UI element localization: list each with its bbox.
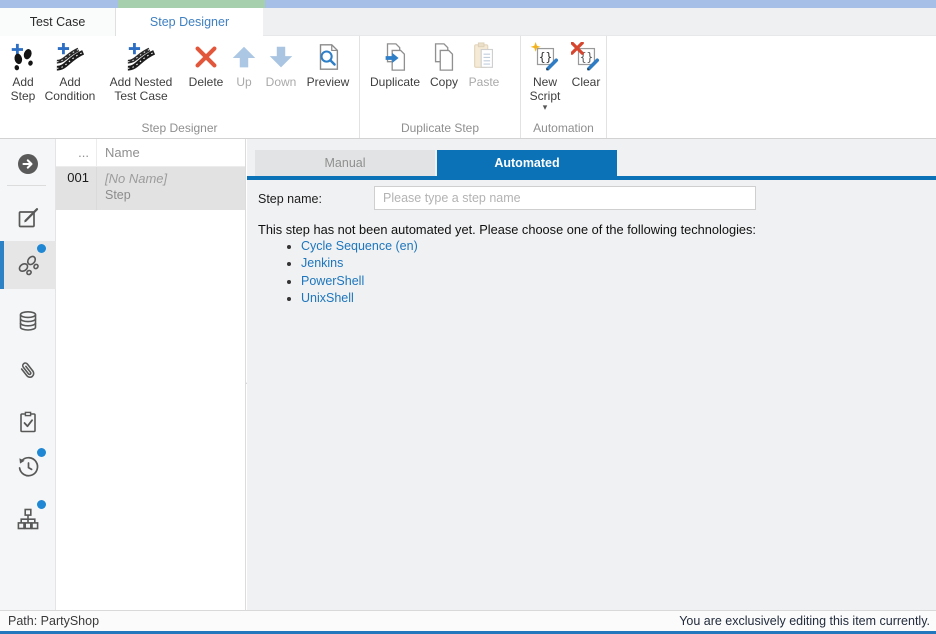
sidebar-item-hierarchy[interactable]	[0, 497, 56, 541]
add-nested-test-case-button[interactable]: Add NestedTest Case	[98, 36, 184, 103]
status-path: Path: PartyShop	[8, 611, 99, 631]
technology-list-item: UnixShell	[301, 292, 418, 305]
sidebar-item-edit[interactable]	[0, 197, 56, 239]
footprints-add-icon	[8, 42, 38, 72]
automation-message: This step has not been automated yet. Pl…	[258, 222, 756, 237]
column-header-index[interactable]: ...	[56, 139, 97, 166]
step-list-header: ... Name	[56, 139, 245, 167]
document-tabbar: Test Case Step Designer	[0, 8, 936, 36]
delete-x-icon	[191, 42, 221, 72]
ribbon-spacer	[607, 36, 936, 138]
notification-dot	[37, 448, 46, 457]
ribbon-toolbar: AddStep AddCondition	[0, 36, 936, 139]
arrow-up-icon	[229, 42, 259, 72]
technology-link-jenkins[interactable]: Jenkins	[301, 256, 343, 270]
database-icon	[16, 309, 40, 333]
paperclip-icon	[16, 359, 40, 383]
svg-text:{}: {}	[539, 51, 553, 64]
move-up-button[interactable]: Up	[228, 36, 260, 89]
copy-pages-icon	[429, 42, 459, 72]
technology-list: Cycle Sequence (en) Jenkins PowerShell U…	[285, 240, 418, 310]
technology-list-item: PowerShell	[301, 275, 418, 288]
ribbon-group-duplicate-step: Duplicate Copy Paste	[360, 36, 521, 138]
ribbon-group-label: Automation	[521, 121, 606, 135]
status-bar: Path: PartyShop You are exclusively edit…	[0, 610, 936, 631]
clear-script-icon: {}	[571, 42, 601, 72]
sidebar-item-history[interactable]	[0, 445, 56, 489]
step-detail-panel: Manual Automated Step name: This step ha…	[247, 139, 936, 610]
hierarchy-icon	[16, 507, 40, 531]
step-number: 001	[56, 167, 97, 210]
step-type: Step	[105, 187, 245, 204]
tab-test-case[interactable]: Test Case	[0, 8, 116, 36]
sidebar-divider	[7, 185, 46, 186]
paste-button[interactable]: Paste	[464, 36, 504, 89]
technology-link-cycle-sequence[interactable]: Cycle Sequence (en)	[301, 239, 418, 253]
technology-list-item: Cycle Sequence (en)	[301, 240, 418, 253]
ribbon-group-step-designer: AddStep AddCondition	[0, 36, 360, 138]
duplicate-button[interactable]: Duplicate	[366, 36, 424, 89]
notification-dot	[37, 244, 46, 253]
clear-script-button[interactable]: {} Clear	[567, 36, 605, 89]
delete-button[interactable]: Delete	[184, 36, 228, 89]
junction-add-icon	[126, 42, 156, 72]
arrow-down-icon	[266, 42, 296, 72]
technology-list-item: Jenkins	[301, 257, 418, 270]
technology-link-powershell[interactable]: PowerShell	[301, 274, 364, 288]
ribbon-group-label: Step Designer	[0, 121, 359, 135]
sidebar-item-step-designer[interactable]	[0, 241, 56, 289]
step-name: [No Name]	[105, 170, 245, 187]
status-edit-message: You are exclusively editing this item cu…	[679, 611, 930, 631]
add-step-button[interactable]: AddStep	[4, 36, 42, 103]
junction-add-icon	[55, 42, 85, 72]
tab-manual[interactable]: Manual	[255, 150, 435, 176]
move-down-button[interactable]: Down	[260, 36, 302, 89]
dropdown-caret-icon[interactable]	[543, 103, 548, 111]
step-row[interactable]: 001 [No Name] Step	[56, 167, 245, 210]
edit-pencil-icon	[16, 206, 40, 230]
column-header-name[interactable]: Name	[97, 139, 245, 166]
ribbon-group-label: Duplicate Step	[360, 121, 520, 135]
paste-clipboard-icon	[469, 42, 499, 72]
preview-magnifier-icon	[313, 42, 343, 72]
arrow-circle-icon	[16, 152, 40, 176]
tab-automated[interactable]: Automated	[437, 150, 617, 176]
technology-link-unixshell[interactable]: UnixShell	[301, 291, 354, 305]
history-clock-icon	[16, 455, 40, 479]
notification-dot	[37, 500, 46, 509]
preview-button[interactable]: Preview	[302, 36, 354, 89]
step-name-label: Step name:	[258, 192, 322, 206]
sidebar-item-checklist[interactable]	[0, 401, 56, 443]
clipboard-check-icon	[16, 410, 40, 434]
add-condition-button[interactable]: AddCondition	[42, 36, 98, 103]
left-navigation-sidebar	[0, 139, 56, 610]
step-list-panel: ... Name 001 [No Name] Step	[56, 139, 246, 610]
active-tab-underline	[247, 176, 936, 180]
application-window: Test Case Step Designer AddStep	[0, 0, 936, 634]
footprints-icon	[16, 253, 40, 277]
tab-step-designer[interactable]: Step Designer	[116, 8, 263, 37]
active-tab-accent-strip	[118, 0, 265, 8]
copy-button[interactable]: Copy	[424, 36, 464, 89]
sidebar-item-test-data[interactable]	[0, 299, 56, 343]
sidebar-item-navigate[interactable]	[0, 145, 56, 183]
new-script-icon: {}	[530, 42, 560, 72]
ribbon-group-automation: {} NewScript {}	[521, 36, 607, 138]
sidebar-item-attachments[interactable]	[0, 349, 56, 393]
window-accent-strip	[0, 0, 936, 8]
step-name-input[interactable]	[374, 186, 756, 210]
new-script-button[interactable]: {} NewScript	[523, 36, 567, 111]
duplicate-pages-icon	[380, 42, 410, 72]
